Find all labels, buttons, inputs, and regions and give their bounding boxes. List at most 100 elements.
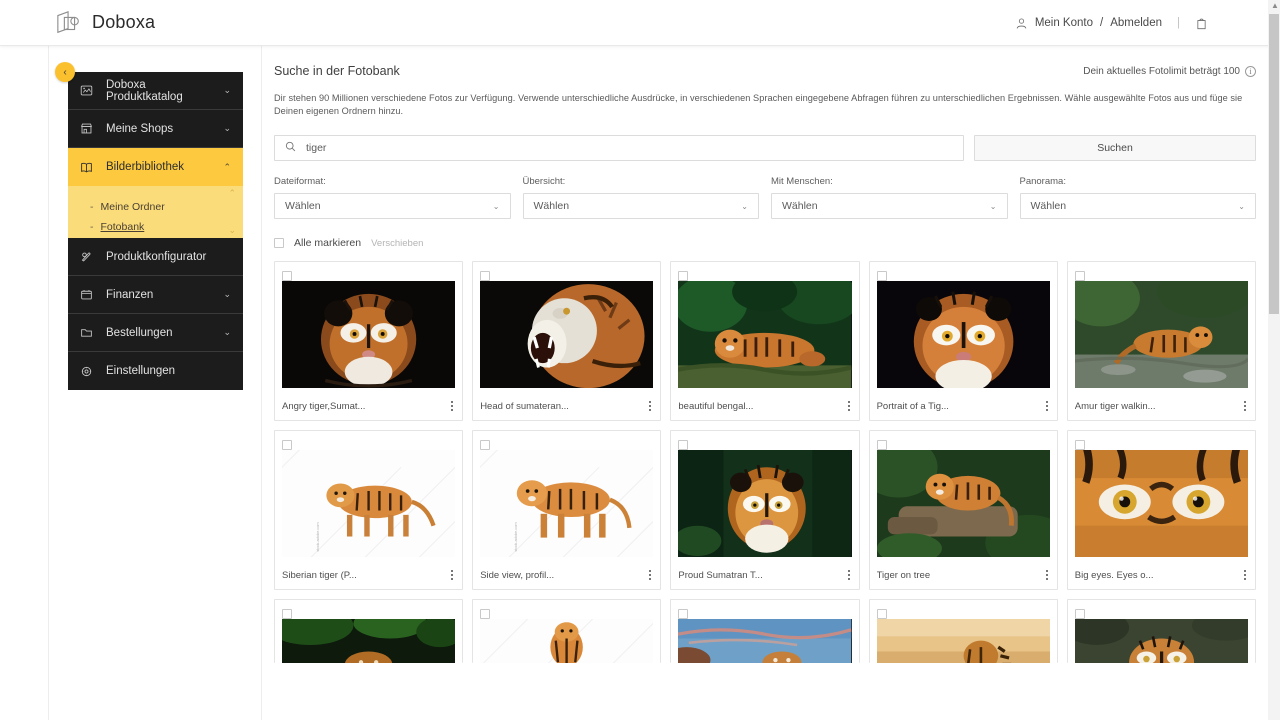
photo-card[interactable]: beautiful bengal...: [670, 261, 860, 421]
photo-thumbnail[interactable]: [876, 450, 1050, 557]
photo-thumbnail[interactable]: stock.adobe.com: [282, 450, 456, 557]
photo-thumbnail[interactable]: [678, 281, 852, 388]
scrollbar-thumb[interactable]: [1269, 14, 1279, 314]
select-all-label[interactable]: Alle markieren: [294, 237, 361, 249]
kebab-menu-icon[interactable]: [451, 399, 455, 413]
photo-card[interactable]: Proud Sumatran T...: [670, 430, 860, 590]
filter-select-mit-menschen[interactable]: Wählen ⌄: [771, 193, 1008, 219]
photo-card[interactable]: Amur tiger walkin...: [1066, 261, 1256, 421]
chevron-down-icon: ⌄: [223, 85, 231, 95]
submenu-scroll-up-icon[interactable]: ⌃: [228, 188, 236, 199]
filter-value: Wählen: [285, 200, 321, 212]
sidebar-item-bilderbibliothek[interactable]: Bilderbibliothek ⌃: [68, 148, 243, 186]
photo-checkbox[interactable]: [678, 440, 689, 450]
sidebar-subitem-fotobank[interactable]: - Fotobank: [68, 217, 243, 237]
search-button[interactable]: Suchen: [974, 135, 1256, 161]
photo-checkbox[interactable]: [1074, 440, 1085, 450]
photo-checkbox[interactable]: [876, 609, 887, 619]
photo-checkbox[interactable]: [1074, 271, 1085, 281]
sidebar-item-label: Einstellungen: [106, 365, 176, 377]
photo-card[interactable]: Angry tiger,Sumat...: [274, 261, 464, 421]
my-account-link[interactable]: Mein Konto: [1035, 17, 1093, 29]
shopping-bag-icon[interactable]: [1195, 16, 1208, 30]
filters-row: Dateiformat: Wählen ⌄ Übersicht: Wählen …: [274, 176, 1256, 219]
kebab-menu-icon[interactable]: [1243, 568, 1248, 582]
sidebar-nav: Doboxa Produktkatalog ⌄ Meine Shops ⌄ Bi…: [68, 72, 243, 390]
photo-thumbnail[interactable]: [1074, 450, 1248, 557]
photo-card[interactable]: Big eyes. Eyes o...: [1066, 430, 1256, 590]
brand[interactable]: Doboxa: [55, 10, 155, 36]
photo-thumbnail[interactable]: [282, 619, 456, 663]
sidebar-subitem-label: Fotobank: [100, 221, 145, 233]
photo-checkbox[interactable]: [678, 271, 689, 281]
photo-card[interactable]: Portrait of a Tig...: [868, 261, 1058, 421]
photo-thumbnail[interactable]: [678, 619, 852, 663]
chevron-down-icon: ⌄: [223, 289, 231, 299]
search-input[interactable]: [304, 141, 953, 155]
select-all-checkbox[interactable]: [274, 238, 284, 248]
scroll-up-arrow-icon[interactable]: ▲: [1271, 1, 1279, 10]
sidebar-item-produktkonfigurator[interactable]: Produktkonfigurator: [68, 238, 243, 276]
move-button[interactable]: Verschieben: [371, 238, 423, 249]
photo-title: Head of sumateran...: [480, 400, 569, 412]
page-title: Suche in der Fotobank: [274, 64, 400, 78]
photo-card[interactable]: Head of sumateran...: [472, 261, 662, 421]
photo-card[interactable]: stock.adobe.com Siberian tiger (P...: [274, 430, 464, 590]
photo-thumbnail[interactable]: [876, 281, 1050, 388]
chevron-down-icon: ⌄: [223, 327, 231, 337]
photo-checkbox[interactable]: [282, 609, 292, 619]
info-icon[interactable]: i: [1245, 65, 1256, 77]
kebab-menu-icon[interactable]: [1045, 568, 1050, 582]
sidebar-item-label: Finanzen: [106, 288, 154, 301]
photo-card[interactable]: [868, 599, 1058, 663]
filter-select-dateiformat[interactable]: Wählen ⌄: [274, 193, 511, 219]
kebab-menu-icon[interactable]: [847, 568, 852, 582]
photo-checkbox[interactable]: [480, 609, 491, 619]
kebab-menu-icon[interactable]: [1045, 399, 1050, 413]
filter-select-uebersicht[interactable]: Wählen ⌄: [522, 193, 759, 219]
photo-card[interactable]: [274, 599, 464, 663]
kebab-menu-icon[interactable]: [649, 568, 653, 582]
sidebar-item-einstellungen[interactable]: Einstellungen: [68, 352, 243, 390]
photo-card[interactable]: Tiger on tree: [868, 430, 1058, 590]
photo-checkbox[interactable]: [480, 271, 491, 281]
filter-value: Wählen: [782, 200, 818, 212]
photo-thumbnail[interactable]: [876, 619, 1050, 663]
photo-checkbox[interactable]: [876, 271, 887, 281]
photo-thumbnail[interactable]: [480, 619, 654, 663]
photo-card[interactable]: [472, 599, 662, 663]
kebab-menu-icon[interactable]: [649, 399, 653, 413]
photo-card[interactable]: [1066, 599, 1256, 663]
photo-checkbox[interactable]: [1074, 609, 1085, 619]
filter-select-panorama[interactable]: Wählen ⌄: [1019, 193, 1256, 219]
photo-card[interactable]: stock.adobe.com Side view, profil...: [472, 430, 662, 590]
search-box[interactable]: [274, 135, 964, 161]
logout-link[interactable]: Abmelden: [1110, 17, 1162, 29]
kebab-menu-icon[interactable]: [451, 568, 455, 582]
kebab-menu-icon[interactable]: [847, 399, 852, 413]
photo-checkbox[interactable]: [282, 271, 292, 281]
photo-checkbox[interactable]: [678, 609, 689, 619]
sidebar-collapse-button[interactable]: ‹: [55, 62, 75, 82]
book-icon: [80, 161, 100, 174]
kebab-menu-icon[interactable]: [1243, 399, 1248, 413]
photo-card[interactable]: [670, 599, 860, 663]
photo-thumbnail[interactable]: stock.adobe.com: [480, 450, 654, 557]
photo-thumbnail[interactable]: [1074, 281, 1248, 388]
sidebar-item-meine-shops[interactable]: Meine Shops ⌄: [68, 110, 243, 148]
submenu-scroll-down-icon[interactable]: ⌄: [228, 225, 236, 236]
photo-thumbnail[interactable]: [282, 281, 456, 388]
photo-thumbnail[interactable]: [678, 450, 852, 557]
sidebar-item-bestellungen[interactable]: Bestellungen ⌄: [68, 314, 243, 352]
sidebar-item-finanzen[interactable]: Finanzen ⌄: [68, 276, 243, 314]
sidebar-subitem-meine-ordner[interactable]: - Meine Ordner: [68, 197, 243, 217]
sidebar-item-produktkatalog[interactable]: Doboxa Produktkatalog ⌄: [68, 72, 243, 110]
filter-label: Panorama:: [1019, 176, 1066, 187]
page-scrollbar[interactable]: ▲: [1268, 0, 1280, 720]
photo-checkbox[interactable]: [480, 440, 491, 450]
filter-label: Dateiformat:: [274, 176, 326, 187]
photo-checkbox[interactable]: [282, 440, 292, 450]
photo-checkbox[interactable]: [876, 440, 887, 450]
photo-thumbnail[interactable]: [480, 281, 654, 388]
photo-thumbnail[interactable]: [1074, 619, 1248, 663]
